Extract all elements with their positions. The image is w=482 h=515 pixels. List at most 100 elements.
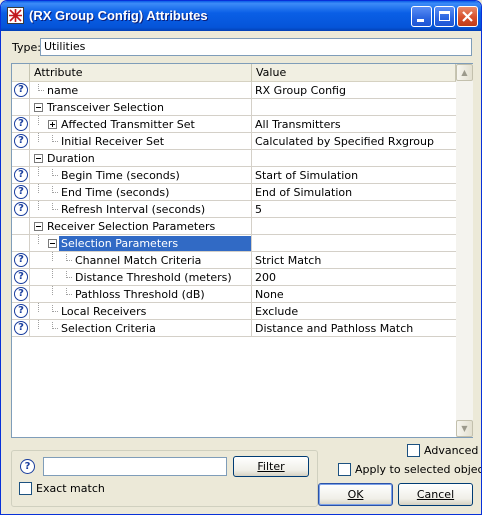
attribute-row[interactable]: ? Channel Match Criteria Strict Match	[12, 252, 456, 269]
help-icon[interactable]: ?	[14, 287, 28, 301]
value-cell[interactable]: End of Simulation	[252, 184, 456, 201]
app-icon	[7, 7, 24, 24]
attribute-row[interactable]: ? Local Receivers Exclude	[12, 303, 456, 320]
attribute-cell[interactable]: Begin Time (seconds)	[30, 167, 252, 184]
column-header-value[interactable]: Value	[252, 64, 456, 82]
value-cell[interactable]: Distance and Pathloss Match	[252, 320, 456, 337]
apply-selected-checkbox[interactable]	[338, 463, 351, 476]
help-icon[interactable]: ?	[14, 83, 28, 97]
attribute-row[interactable]: ? name RX Group Config	[12, 82, 456, 99]
attribute-cell[interactable]: Initial Receiver Set	[30, 133, 252, 150]
filter-input[interactable]	[43, 457, 227, 476]
collapse-icon[interactable]	[48, 239, 57, 248]
attribute-row[interactable]: Duration	[12, 150, 456, 167]
attribute-row[interactable]: Selection Parameters	[12, 235, 456, 252]
attribute-cell[interactable]: Pathloss Threshold (dB)	[30, 286, 252, 303]
expand-icon[interactable]	[48, 120, 57, 129]
ok-button[interactable]: OK	[318, 483, 393, 506]
ok-button-label: OK	[347, 488, 364, 501]
value-cell[interactable]: All Transmitters	[252, 116, 456, 133]
help-icon[interactable]: ?	[14, 134, 28, 148]
tree-connector	[38, 184, 39, 193]
attribute-row[interactable]: ? Selection Criteria Distance and Pathloss…	[12, 320, 456, 337]
value-cell[interactable]: Strict Match	[252, 252, 456, 269]
attribute-row[interactable]: Transceiver Selection	[12, 99, 456, 116]
filter-button[interactable]: Filter	[233, 456, 309, 477]
collapse-icon[interactable]	[34, 103, 43, 112]
help-icon[interactable]: ?	[14, 321, 28, 335]
minimize-button[interactable]	[411, 6, 432, 27]
help-icon[interactable]: ?	[14, 304, 28, 318]
collapse-icon[interactable]	[34, 222, 43, 231]
value-cell[interactable]: RX Group Config	[252, 82, 456, 99]
help-icon[interactable]: ?	[14, 168, 28, 182]
attribute-cell[interactable]: Local Receivers	[30, 303, 252, 320]
attribute-value: Calculated by Specified Rxgroup	[255, 135, 434, 148]
filter-panel: ? Filter Exact match	[11, 450, 318, 507]
cancel-button[interactable]: Cancel	[398, 483, 473, 506]
attribute-cell[interactable]: End Time (seconds)	[30, 184, 252, 201]
help-icon[interactable]: ?	[14, 253, 28, 267]
value-cell[interactable]: 5	[252, 201, 456, 218]
attribute-row[interactable]: ? End Time (seconds) End of Simulation	[12, 184, 456, 201]
title-bar[interactable]: (RX Group Config) Attributes	[1, 1, 481, 31]
attribute-cell[interactable]: Channel Match Criteria	[30, 252, 252, 269]
value-cell[interactable]: 200	[252, 269, 456, 286]
exact-match-label[interactable]: Exact match	[36, 482, 105, 495]
close-button[interactable]	[457, 6, 478, 27]
scroll-down-button[interactable]: ▼	[456, 420, 473, 437]
tree-connector	[52, 135, 53, 142]
column-header-attribute[interactable]: Attribute	[30, 64, 252, 82]
tree-connector	[38, 235, 39, 244]
type-field[interactable]: Utilities	[40, 38, 472, 56]
exact-match-checkbox[interactable]	[19, 482, 32, 495]
attribute-cell[interactable]: Refresh Interval (seconds)	[30, 201, 252, 218]
help-icon[interactable]: ?	[14, 202, 28, 216]
attribute-cell[interactable]: Affected Transmitter Set	[30, 116, 252, 133]
apply-selected-label[interactable]: Apply to selected objects	[355, 463, 481, 476]
collapse-icon[interactable]	[34, 154, 43, 163]
attribute-cell[interactable]: Receiver Selection Parameters	[30, 218, 252, 235]
tree-connector	[38, 116, 39, 125]
value-cell[interactable]: Exclude	[252, 303, 456, 320]
attribute-row[interactable]: ? Affected Transmitter Set All Transmitter…	[12, 116, 456, 133]
tree-connector	[38, 84, 39, 91]
tree-connector	[52, 322, 53, 329]
attribute-cell[interactable]: name	[30, 82, 252, 99]
attribute-row[interactable]: ? Distance Threshold (meters) 200	[12, 269, 456, 286]
attribute-cell[interactable]: Selection Criteria	[30, 320, 252, 337]
attribute-cell[interactable]: Duration	[30, 150, 252, 167]
attribute-row[interactable]: ? Refresh Interval (seconds) 5	[12, 201, 456, 218]
grid-header: Attribute Value	[12, 64, 456, 82]
attribute-row[interactable]: ? Initial Receiver Set Calculated by Speci…	[12, 133, 456, 150]
advanced-label[interactable]: Advanced	[424, 444, 478, 457]
maximize-button[interactable]	[434, 6, 455, 27]
help-icon[interactable]: ?	[14, 185, 28, 199]
attribute-name: End Time (seconds)	[61, 186, 170, 199]
value-cell[interactable]: Start of Simulation	[252, 167, 456, 184]
attribute-cell[interactable]: Transceiver Selection	[30, 99, 252, 116]
filter-help-icon[interactable]: ?	[20, 459, 35, 474]
value-cell[interactable]	[252, 235, 456, 252]
advanced-checkbox[interactable]	[407, 444, 420, 457]
value-cell[interactable]: Calculated by Specified Rxgroup	[252, 133, 456, 150]
attribute-row[interactable]: ? Pathloss Threshold (dB) None	[12, 286, 456, 303]
help-icon[interactable]: ?	[14, 117, 28, 131]
value-cell[interactable]	[252, 99, 456, 116]
vertical-scrollbar[interactable]: ▲ ▼	[456, 64, 473, 437]
attribute-row[interactable]: Receiver Selection Parameters	[12, 218, 456, 235]
filter-button-label: Filter	[257, 460, 285, 473]
scroll-up-button[interactable]: ▲	[456, 64, 473, 81]
attributes-dialog: (RX Group Config) Attributes Type: Utili…	[0, 0, 482, 515]
attribute-row[interactable]: ? Begin Time (seconds) Start of Simulation	[12, 167, 456, 184]
close-icon	[462, 11, 473, 22]
help-icon[interactable]: ?	[14, 270, 28, 284]
value-cell[interactable]: None	[252, 286, 456, 303]
row-help-cell: ?	[12, 184, 30, 201]
attribute-cell[interactable]: Selection Parameters	[30, 235, 252, 252]
attribute-name: name	[47, 84, 79, 97]
value-cell[interactable]	[252, 218, 456, 235]
row-help-cell	[12, 235, 30, 252]
value-cell[interactable]	[252, 150, 456, 167]
attribute-cell[interactable]: Distance Threshold (meters)	[30, 269, 252, 286]
